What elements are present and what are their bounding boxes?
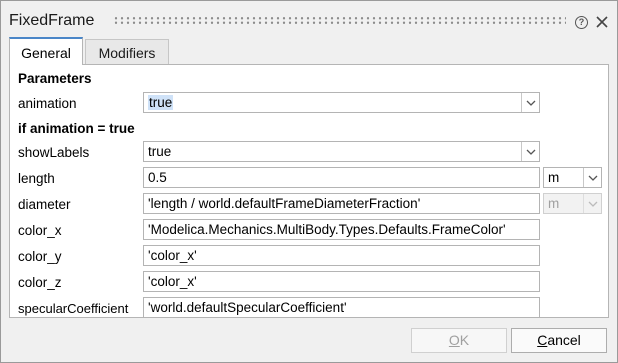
window-title: FixedFrame	[9, 12, 95, 29]
color-z-input[interactable]: 'color_x'	[143, 271, 540, 292]
chevron-down-icon[interactable]	[521, 142, 539, 161]
animation-combo[interactable]: true	[143, 92, 540, 113]
label-showlabels: showLabels	[18, 145, 90, 160]
fixedframe-dialog: FixedFrame ? General Modifiers Parameter…	[0, 0, 618, 363]
label-diameter: diameter	[18, 197, 71, 212]
chevron-down-icon	[583, 194, 601, 213]
cancel-button[interactable]: Cancel	[511, 328, 607, 353]
diameter-unit-value: m	[548, 196, 560, 211]
showlabels-combo[interactable]: true	[143, 141, 540, 162]
close-icon[interactable]	[595, 15, 609, 29]
diameter-unit-select: m	[543, 193, 602, 214]
help-icon[interactable]: ?	[575, 16, 588, 29]
drag-grip[interactable]	[113, 16, 566, 25]
specular-coefficient-input[interactable]: 'world.defaultSpecularCoefficient'	[143, 297, 540, 318]
general-panel: Parameters animation true if animation =…	[9, 64, 609, 318]
animation-value: true	[148, 95, 174, 110]
label-color-x: color_x	[18, 223, 62, 238]
length-input[interactable]: 0.5	[143, 167, 540, 188]
color-y-input[interactable]: 'color_x'	[143, 245, 540, 266]
chevron-down-icon[interactable]	[521, 93, 539, 112]
diameter-input[interactable]: 'length / world.defaultFrameDiameterFrac…	[143, 193, 540, 214]
length-unit-select[interactable]: m	[543, 167, 602, 188]
label-color-y: color_y	[18, 249, 62, 264]
ok-button: OK	[411, 328, 507, 353]
label-specular-coefficient: specularCoefficient	[18, 301, 129, 316]
label-length: length	[18, 171, 55, 186]
label-animation: animation	[18, 96, 77, 111]
section-if-animation: if animation = true	[18, 121, 135, 136]
section-parameters: Parameters	[18, 71, 92, 86]
tab-general[interactable]: General	[9, 37, 83, 65]
tab-modifiers[interactable]: Modifiers	[85, 39, 169, 64]
chevron-down-icon[interactable]	[583, 168, 601, 187]
color-x-input[interactable]: 'Modelica.Mechanics.MultiBody.Types.Defa…	[143, 219, 540, 240]
showlabels-value: true	[148, 144, 172, 159]
label-color-z: color_z	[18, 275, 62, 290]
title-bar[interactable]: FixedFrame ?	[1, 1, 617, 37]
length-unit-value: m	[548, 170, 560, 185]
